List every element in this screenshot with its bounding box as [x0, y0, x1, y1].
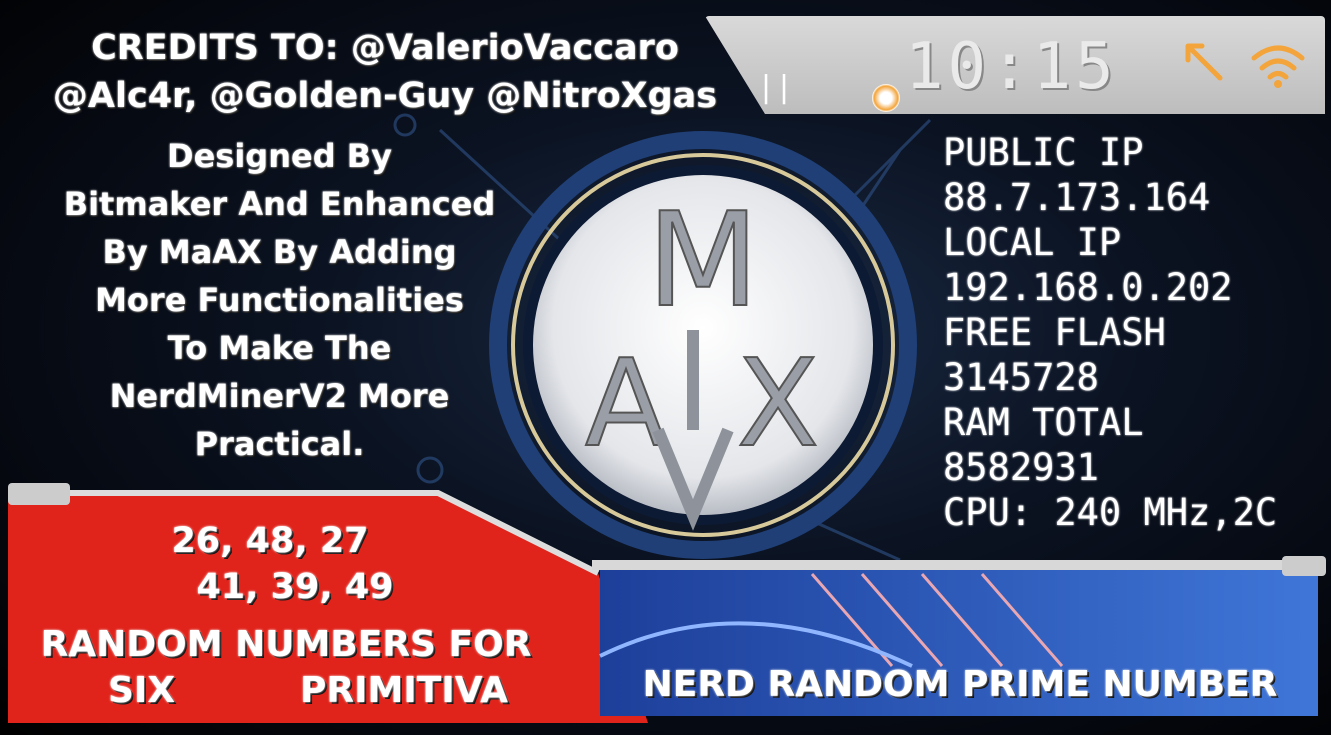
lotto-label-six: SIX — [108, 670, 176, 711]
pause-icon: || — [757, 70, 794, 105]
design-line: By MaAX By Adding — [102, 233, 457, 271]
free-flash-value: 3145728 — [943, 356, 1099, 399]
local-ip-label: LOCAL IP — [943, 221, 1122, 264]
prime-label: NERD RANDOM PRIME NUMBER — [642, 664, 1278, 705]
wifi-icon — [1251, 45, 1305, 88]
design-line: NerdMinerV2 More — [109, 377, 450, 415]
lotto-label-line-1: RANDOM NUMBERS FOR — [40, 624, 532, 665]
free-flash-label: FREE FLASH — [943, 311, 1166, 354]
designed-by-text: Designed By Bitmaker And Enhanced By MaA… — [12, 132, 547, 468]
lotto-label: RANDOM NUMBERS FOR SIX PRIMITIVA — [22, 622, 550, 714]
credits-text: CREDITS TO: @ValerioVaccaro @Alc4r, @Gol… — [20, 24, 750, 120]
clock-time: 10:15 — [905, 30, 1118, 104]
key-icon — [1185, 43, 1223, 81]
lotto-label-line-2: SIX PRIMITIVA — [22, 668, 550, 714]
system-info: PUBLIC IP 88.7.173.164 LOCAL IP 192.168.… — [943, 130, 1277, 535]
design-line: More Functionalities — [95, 281, 464, 319]
lotto-label-primitiva: PRIMITIVA — [300, 670, 508, 711]
design-line: Designed By — [167, 137, 392, 175]
credits-line-1: CREDITS TO: @ValerioVaccaro — [91, 28, 679, 68]
logo-letter-m: M — [647, 184, 759, 336]
status-dot — [872, 84, 900, 112]
design-line: Bitmaker And Enhanced — [63, 185, 496, 223]
lotto-numbers: 26, 48, 27 41, 39, 49 — [95, 518, 445, 610]
design-line: To Make The — [167, 329, 392, 367]
ram-total-label: RAM TOTAL — [943, 401, 1144, 444]
local-ip-value: 192.168.0.202 — [943, 266, 1233, 309]
nerdminer-screen: || 10:15 CREDITS TO: @ValerioVaccaro @Al… — [0, 0, 1331, 735]
design-line: Practical. — [194, 425, 365, 463]
lotto-numbers-line-1: 26, 48, 27 — [171, 521, 369, 561]
cpu-info: CPU: 240 MHz,2C — [943, 491, 1278, 534]
logo-letter-a: A — [585, 335, 667, 474]
credits-line-2: @Alc4r, @Golden-Guy @NitroXgas — [52, 76, 718, 116]
public-ip-value: 88.7.173.164 — [943, 176, 1211, 219]
logo-letter-x: X — [737, 335, 819, 474]
public-ip-label: PUBLIC IP — [943, 131, 1144, 174]
lotto-numbers-line-2: 41, 39, 49 — [196, 567, 394, 607]
ram-total-value: 8582931 — [943, 446, 1099, 489]
